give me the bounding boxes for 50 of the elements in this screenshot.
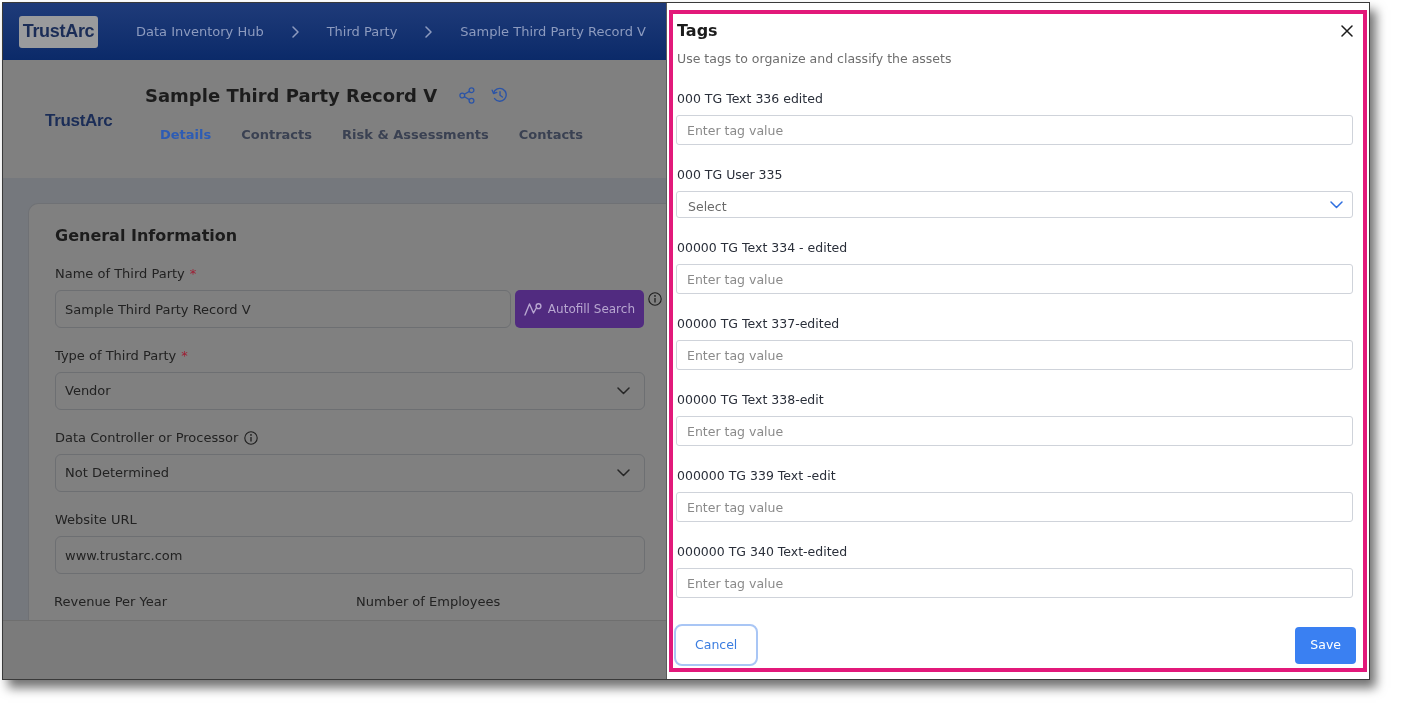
tag-input[interactable]: Enter tag value [676,340,1353,370]
text-input[interactable]: www.trustarc.com [55,536,645,574]
breadcrumb-link[interactable]: Data Inventory Hub [136,21,264,42]
close-icon[interactable] [1341,25,1353,37]
select-dropdown[interactable]: Not Determined [55,454,645,492]
tag-select[interactable]: Select [676,191,1353,218]
tag-label: 00000 TG Text 334 - edited [676,240,849,256]
drawer-title: Tags [677,21,718,41]
field-label: Data Controller or Processor [55,429,239,448]
field-label: Revenue Per Year [54,593,169,611]
save-button[interactable]: Save [1295,626,1356,664]
field-label: Number of Employees [356,593,502,611]
section-title: General Information [55,226,239,246]
breadcrumb-link[interactable]: Third Party [326,21,398,42]
record-title: Sample Third Party Record V [145,83,438,108]
field-label: Website URL [55,511,137,530]
tag-label: 000 TG User 335 [676,167,784,183]
history-icon[interactable] [491,87,509,103]
tag-label: 00000 TG Text 338-edit [676,392,825,408]
chevron-down-icon [617,387,630,395]
chevron-right-icon [291,25,299,38]
tag-input[interactable]: Enter tag value [676,492,1353,522]
share-icon[interactable] [459,86,476,104]
chevron-down-icon [617,469,630,477]
drawer-subtitle: Use tags to organize and classify the assets [676,50,953,68]
brand-logo[interactable]: TrustArc [19,15,98,48]
required-asterisk: * [181,347,188,366]
breadcrumb-link[interactable]: Sample Third Party Record V [460,21,646,42]
chevron-right-icon [425,25,433,38]
tag-input[interactable]: Enter tag value [676,264,1353,294]
required-asterisk: * [189,265,197,284]
tag-input[interactable]: Enter tag value [676,416,1353,446]
line-pin-icon [523,302,542,316]
field-label: Name of Third Party [55,265,185,284]
chevron-down-icon [1330,200,1343,209]
cancel-button[interactable]: Cancel [674,624,759,666]
tag-label: 00000 TG Text 337-edited [676,316,841,332]
field-label: Type of Third Party [55,347,177,366]
record-tab[interactable]: Risk & Assessments [327,126,504,144]
select-dropdown[interactable]: Vendor [55,372,645,410]
record-tab[interactable]: Contacts [503,126,599,144]
record-tab[interactable]: Contracts [226,126,328,144]
tag-input[interactable]: Enter tag value [676,115,1353,145]
tag-label: 000000 TG 340 Text-edited [676,544,849,560]
text-input[interactable]: Sample Third Party Record V [55,290,511,328]
autofill-search-button[interactable]: Autofill Search [514,290,644,328]
tag-label: 000000 TG 339 Text -edit [676,468,837,484]
tag-label: 000 TG Text 336 edited [676,91,824,107]
tag-input[interactable]: Enter tag value [676,568,1353,598]
company-logo: TrustArc [45,110,114,133]
